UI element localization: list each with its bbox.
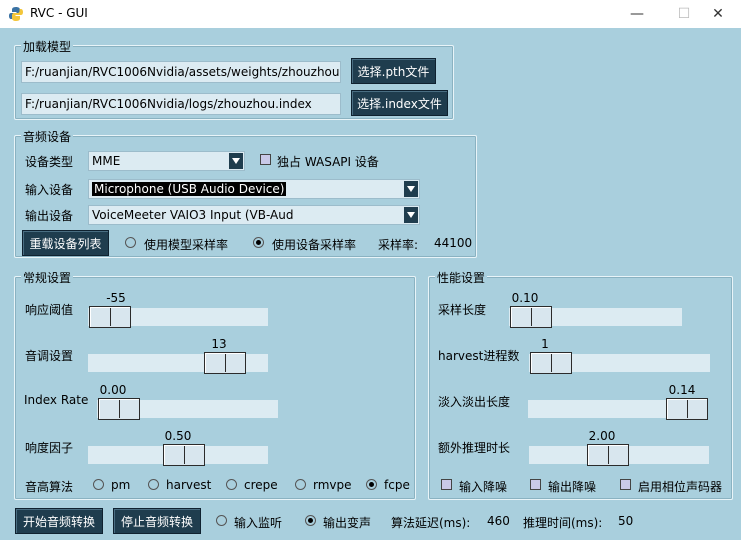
sample-rate-label: 采样率: xyxy=(378,238,419,252)
python-logo-icon xyxy=(9,7,23,21)
close-button[interactable]: ✕ xyxy=(695,0,741,28)
wasapi-checkbox[interactable] xyxy=(260,154,271,165)
f0-option-pm: pm xyxy=(111,478,131,492)
input-denoise-checkbox[interactable] xyxy=(441,479,452,490)
input-denoise-label: 输入降噪 xyxy=(459,480,508,494)
monitor-input-label: 输入监听 xyxy=(234,516,283,530)
monitor-output-label: 输出变声 xyxy=(323,516,372,530)
extra-time-slider-handle[interactable] xyxy=(587,444,629,466)
stop-conversion-button[interactable]: 停止音频转换 xyxy=(113,508,201,534)
crossfade-value: 0.14 xyxy=(668,383,696,397)
monitor-output-radio[interactable] xyxy=(305,515,316,526)
harvest-process-label: harvest进程数 xyxy=(438,349,520,363)
f0-radio-fcpe[interactable] xyxy=(366,479,377,490)
pitch-value: 13 xyxy=(211,337,227,351)
phase-vocoder-label: 启用相位声码器 xyxy=(638,480,723,494)
index-rate-label: Index Rate xyxy=(24,393,89,407)
audio-group-legend: 音频设备 xyxy=(21,128,74,145)
model-group-legend: 加载模型 xyxy=(21,38,74,55)
device-type-combo[interactable]: MME xyxy=(88,151,245,171)
f0-radio-harvest[interactable] xyxy=(148,479,159,490)
infer-time-label: 推理时间(ms): xyxy=(523,516,603,530)
general-group-legend: 常规设置 xyxy=(21,269,74,286)
extra-time-value: 2.00 xyxy=(588,429,616,443)
phase-vocoder-checkbox[interactable] xyxy=(620,479,631,490)
delay-value: 460 xyxy=(487,514,510,528)
chevron-down-icon[interactable] xyxy=(404,181,418,197)
input-device-label: 输入设备 xyxy=(25,183,74,197)
f0-method-label: 音高算法 xyxy=(25,480,74,494)
index-rate-value: 0.00 xyxy=(99,383,127,397)
device-type-label: 设备类型 xyxy=(25,155,74,169)
output-device-value: VoiceMeeter VAIO3 Input (VB-Aud xyxy=(92,208,294,222)
output-denoise-label: 输出降噪 xyxy=(548,480,597,494)
model-sr-radio[interactable] xyxy=(125,237,136,248)
harvest-process-slider-handle[interactable] xyxy=(530,352,572,374)
index-rate-slider-handle[interactable] xyxy=(98,398,140,420)
loudness-slider-handle[interactable] xyxy=(163,444,205,466)
select-index-button[interactable]: 选择.index文件 xyxy=(351,90,448,116)
f0-radio-rmvpe[interactable] xyxy=(295,479,306,490)
monitor-input-radio[interactable] xyxy=(216,515,227,526)
minimize-button[interactable]: — xyxy=(614,0,660,28)
model-sr-label: 使用模型采样率 xyxy=(144,238,229,252)
threshold-label: 响应阈值 xyxy=(25,303,74,317)
reload-devices-button[interactable]: 重载设备列表 xyxy=(22,230,109,256)
window-title: RVC - GUI xyxy=(30,6,88,20)
f0-option-rmvpe: rmvpe xyxy=(313,478,352,492)
pth-path-field[interactable]: F:/ruanjian/RVC1006Nvidia/assets/weights… xyxy=(21,61,341,83)
output-device-label: 输出设备 xyxy=(25,209,74,223)
device-sr-label: 使用设备采样率 xyxy=(272,238,357,252)
loudness-label: 响度因子 xyxy=(25,441,74,455)
wasapi-label: 独占 WASAPI 设备 xyxy=(277,155,379,169)
pitch-slider-handle[interactable] xyxy=(204,352,246,374)
block-time-label: 采样长度 xyxy=(438,303,487,317)
extra-time-label: 额外推理时长 xyxy=(438,441,511,455)
sample-rate-value: 44100 xyxy=(434,236,473,250)
block-time-value: 0.10 xyxy=(511,291,539,305)
index-path-field[interactable]: F:/ruanjian/RVC1006Nvidia/logs/zhouzhou.… xyxy=(21,93,341,115)
f0-option-crepe: crepe xyxy=(244,478,278,492)
crossfade-label: 淡入淡出长度 xyxy=(438,395,511,409)
loudness-value: 0.50 xyxy=(164,429,192,443)
chevron-down-icon[interactable] xyxy=(229,153,243,169)
output-device-combo[interactable]: VoiceMeeter VAIO3 Input (VB-Aud xyxy=(88,205,420,225)
start-conversion-button[interactable]: 开始音频转换 xyxy=(15,508,103,534)
threshold-value: -55 xyxy=(106,291,126,305)
f0-radio-pm[interactable] xyxy=(93,479,104,490)
output-denoise-checkbox[interactable] xyxy=(530,479,541,490)
device-type-value: MME xyxy=(92,154,121,168)
pitch-label: 音调设置 xyxy=(25,349,74,363)
select-pth-button[interactable]: 选择.pth文件 xyxy=(351,58,436,84)
f0-option-harvest: harvest xyxy=(166,478,212,492)
crossfade-slider-handle[interactable] xyxy=(666,398,708,420)
input-device-combo[interactable]: Microphone (USB Audio Device) xyxy=(88,179,420,199)
f0-option-fcpe: fcpe xyxy=(384,478,410,492)
device-sr-radio[interactable] xyxy=(253,237,264,248)
chevron-down-icon[interactable] xyxy=(404,207,418,223)
infer-time-value: 50 xyxy=(618,514,634,528)
input-device-value: Microphone (USB Audio Device) xyxy=(92,182,287,196)
block-time-slider-handle[interactable] xyxy=(510,306,552,328)
f0-radio-crepe[interactable] xyxy=(226,479,237,490)
performance-group-legend: 性能设置 xyxy=(435,269,488,286)
delay-label: 算法延迟(ms): xyxy=(391,516,471,530)
harvest-process-value: 1 xyxy=(541,337,549,351)
threshold-slider-handle[interactable] xyxy=(89,306,131,328)
